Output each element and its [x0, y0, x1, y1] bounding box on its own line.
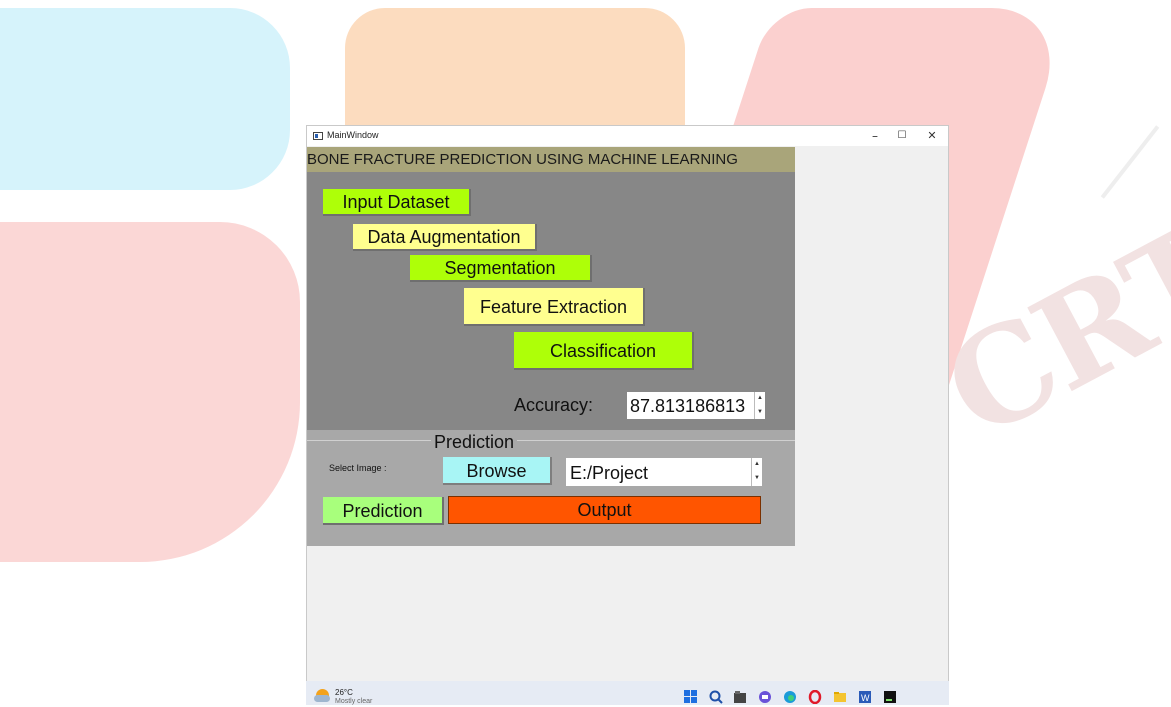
accuracy-spin-arrows[interactable]: ▲ ▼: [754, 392, 765, 419]
opera-icon[interactable]: [808, 689, 822, 705]
accuracy-spinbox[interactable]: 87.813186813 ▲ ▼: [627, 392, 765, 419]
close-button[interactable]: ✕: [917, 128, 947, 144]
weather-condition[interactable]: Mostly clear: [335, 698, 372, 705]
image-path-value: E:/Project: [570, 463, 649, 483]
app-header: BONE FRACTURE PREDICTION USING MACHINE L…: [307, 147, 795, 172]
prediction-group-divider: [307, 440, 795, 441]
word-icon[interactable]: W: [858, 690, 872, 704]
pycharm-icon[interactable]: [883, 690, 897, 704]
window-title: MainWindow: [327, 130, 379, 140]
windows-start-icon[interactable]: [684, 690, 698, 704]
weather-temperature[interactable]: 26°C: [335, 688, 353, 697]
browse-button[interactable]: Browse: [443, 457, 552, 485]
image-path-spinbox[interactable]: E:/Project ▲ ▼: [566, 458, 762, 486]
data-augmentation-button[interactable]: Data Augmentation: [353, 224, 537, 251]
prediction-group-title: Prediction: [431, 432, 518, 453]
folder-icon[interactable]: [833, 690, 847, 704]
spin-down-icon[interactable]: ▼: [752, 472, 762, 486]
taskbar: 26°C Mostly clear W: [306, 681, 949, 705]
edge-icon[interactable]: [783, 690, 797, 704]
watermark-line: [1100, 125, 1160, 199]
prediction-button[interactable]: Prediction: [323, 497, 444, 525]
input-dataset-button[interactable]: Input Dataset: [323, 189, 471, 216]
accuracy-label: Accuracy:: [514, 395, 594, 415]
app-window-icon: [313, 132, 323, 140]
maximize-button[interactable]: ☐: [887, 128, 917, 144]
search-icon[interactable]: [709, 690, 723, 704]
svg-text:W: W: [861, 693, 870, 703]
feature-extraction-button[interactable]: Feature Extraction: [464, 288, 645, 326]
spin-up-icon[interactable]: ▲: [755, 392, 765, 406]
accuracy-value: 87.813186813: [630, 396, 746, 416]
select-image-label: Select Image :: [329, 463, 387, 473]
title-bar: MainWindow – ☐ ✕: [307, 126, 948, 146]
path-spin-arrows[interactable]: ▲ ▼: [751, 458, 762, 486]
main-window: MainWindow – ☐ ✕ BONE FRACTURE PREDICTIO…: [306, 125, 949, 705]
minimize-button[interactable]: –: [860, 128, 890, 144]
classification-button[interactable]: Classification: [514, 332, 694, 370]
prediction-panel: [307, 430, 795, 546]
watermark-gear-shape: [0, 222, 300, 562]
spin-up-icon[interactable]: ▲: [752, 458, 762, 472]
chat-icon[interactable]: [758, 690, 772, 704]
watermark-orange-shape: [345, 8, 685, 130]
pipeline-panel: Input Dataset Data Augmentation Segmenta…: [307, 172, 795, 430]
watermark-blue-shape: [0, 8, 290, 190]
weather-icon[interactable]: [314, 689, 330, 702]
file-explorer-icon[interactable]: [733, 690, 747, 704]
output-display: Output: [448, 496, 761, 524]
spin-down-icon[interactable]: ▼: [755, 406, 765, 420]
segmentation-button[interactable]: Segmentation: [410, 255, 592, 282]
